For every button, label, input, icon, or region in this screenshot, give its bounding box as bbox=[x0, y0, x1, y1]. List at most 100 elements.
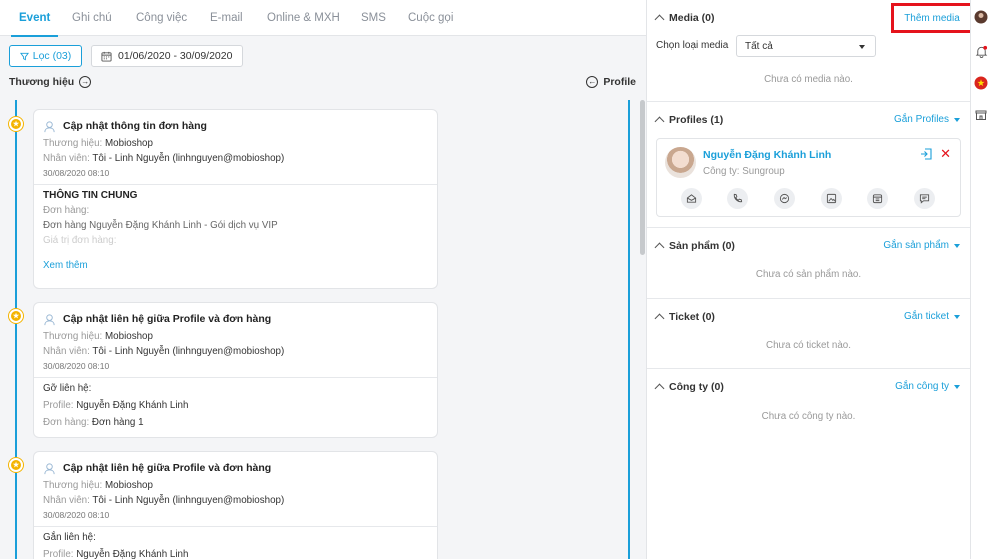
companies-empty-text: Chưa có công ty nào. bbox=[761, 411, 856, 422]
notification-bell-icon[interactable] bbox=[974, 44, 988, 58]
companies-section-header[interactable]: Công ty (0) bbox=[654, 381, 724, 394]
event-staff-line: Nhân viên: Tôi - Linh Nguyễn (linhnguyen… bbox=[43, 153, 285, 164]
order-update-icon bbox=[44, 120, 55, 132]
date-range-picker[interactable]: 01/06/2020 - 30/09/2020 bbox=[91, 45, 243, 67]
event-timestamp: 30/08/2020 08:10 bbox=[43, 168, 110, 178]
event-faded-line: Giá trị đơn hàng: bbox=[43, 235, 117, 246]
attach-company-button[interactable]: Gắn công ty bbox=[895, 381, 960, 392]
products-section: Sản phẩm (0) Gắn sản phẩm Chưa có sản ph… bbox=[647, 228, 970, 299]
products-section-header[interactable]: Sản phẩm (0) bbox=[654, 240, 735, 253]
event-marker-icon: ★ bbox=[9, 309, 23, 323]
image-icon[interactable] bbox=[821, 188, 842, 209]
timeline-panel: Event Ghi chú Công việc E-mail Online & … bbox=[0, 0, 646, 559]
timeline-line-right bbox=[628, 100, 630, 559]
tab-tasks[interactable]: Công việc bbox=[136, 0, 187, 36]
tab-event[interactable]: Event bbox=[10, 0, 59, 37]
event-card-body: THÔNG TIN CHUNG Đơn hàng: Đơn hàng Nguyễ… bbox=[34, 185, 437, 279]
event-order-value: Đơn hàng Nguyễn Đặng Khánh Linh - Gói dị… bbox=[43, 220, 278, 231]
event-timestamp: 30/08/2020 08:10 bbox=[43, 510, 110, 520]
funnel-icon bbox=[19, 52, 29, 60]
remove-profile-icon[interactable]: ✕ bbox=[940, 146, 951, 162]
see-more-link[interactable]: Xem thêm bbox=[43, 260, 88, 271]
calendar-icon[interactable] bbox=[867, 188, 888, 209]
tickets-empty-text: Chưa có ticket nào. bbox=[766, 340, 851, 351]
caret-down-icon bbox=[859, 45, 865, 49]
tab-online-social[interactable]: Online & MXH bbox=[267, 0, 340, 36]
quick-strip bbox=[970, 0, 990, 559]
brand-header-label: Thương hiệu bbox=[9, 76, 75, 88]
tab-email[interactable]: E-mail bbox=[210, 0, 243, 36]
event-card-header: Cập nhật liên hệ giữa Profile và đơn hàn… bbox=[34, 452, 437, 527]
profile-name-link[interactable]: Nguyễn Đặng Khánh Linh bbox=[703, 149, 831, 161]
tab-sms[interactable]: SMS bbox=[361, 0, 386, 36]
profile-card: Nguyễn Đặng Khánh Linh Công ty: Sungroup… bbox=[656, 138, 961, 217]
event-timestamp: 30/08/2020 08:10 bbox=[43, 361, 110, 371]
store-icon[interactable] bbox=[974, 108, 988, 122]
profiles-section-header[interactable]: Profiles (1) bbox=[654, 114, 723, 127]
event-staff-line: Nhân viên: Tôi - Linh Nguyễn (linhnguyen… bbox=[43, 495, 285, 506]
event-marker-icon: ★ bbox=[9, 458, 23, 472]
chevron-up-icon bbox=[654, 242, 665, 253]
attach-products-label: Gắn sản phẩm bbox=[883, 240, 949, 251]
add-media-button[interactable]: Thêm media bbox=[891, 3, 973, 33]
attach-profiles-button[interactable]: Gắn Profiles bbox=[894, 114, 960, 125]
vietnam-flag-icon[interactable] bbox=[974, 76, 988, 90]
event-card-header: Cập nhật liên hệ giữa Profile và đơn hàn… bbox=[34, 303, 437, 378]
caret-down-icon bbox=[954, 243, 960, 248]
event-order-line: Đơn hàng: Đơn hàng 1 bbox=[43, 417, 144, 428]
event-profile-line: Profile: Nguyễn Đặng Khánh Linh bbox=[43, 549, 189, 559]
attach-products-button[interactable]: Gắn sản phẩm bbox=[883, 240, 960, 251]
caret-down-icon bbox=[954, 314, 960, 319]
filter-button[interactable]: Lọc (03) bbox=[9, 45, 82, 67]
media-section: Media (0) Thêm media Chọn loại media Tất… bbox=[647, 0, 973, 102]
attach-company-label: Gắn công ty bbox=[895, 381, 949, 392]
chevron-up-icon bbox=[654, 14, 665, 25]
profile-link-icon bbox=[44, 462, 55, 474]
event-action: Gắn liên hệ: bbox=[43, 532, 96, 543]
tab-calls[interactable]: Cuộc gọi bbox=[408, 0, 453, 36]
event-card-body: Gắn liên hệ: Profile: Nguyễn Đặng Khánh … bbox=[34, 527, 437, 559]
caret-down-icon bbox=[954, 117, 960, 122]
comment-icon[interactable] bbox=[914, 188, 935, 209]
chevron-up-icon bbox=[654, 383, 665, 394]
attach-ticket-label: Gắn ticket bbox=[903, 311, 949, 322]
profile-column-header[interactable]: ← Profile bbox=[586, 76, 636, 88]
open-profile-icon[interactable] bbox=[920, 148, 932, 160]
profile-link-icon bbox=[44, 313, 55, 325]
date-range-value: 01/06/2020 - 30/09/2020 bbox=[118, 50, 233, 62]
media-type-label: Chọn loại media bbox=[656, 40, 729, 51]
tickets-section-header[interactable]: Ticket (0) bbox=[654, 311, 715, 324]
timeline-line-left bbox=[15, 100, 17, 559]
tickets-section: Ticket (0) Gắn ticket Chưa có ticket nào… bbox=[647, 299, 970, 369]
media-section-header[interactable]: Media (0) bbox=[654, 12, 715, 25]
arrow-left-icon: ← bbox=[586, 76, 599, 88]
filter-label: Lọc (03) bbox=[32, 50, 72, 62]
event-card: Cập nhật thông tin đơn hàng Thương hiệu:… bbox=[33, 109, 438, 289]
media-type-value: Tất cả bbox=[745, 40, 773, 52]
profile-header-label: Profile bbox=[603, 76, 636, 88]
media-type-select[interactable]: Tất cả bbox=[736, 35, 876, 57]
tab-notes[interactable]: Ghi chú bbox=[72, 0, 112, 36]
event-action: Gỡ liên hệ: bbox=[43, 383, 92, 394]
companies-section: Công ty (0) Gắn công ty Chưa có công ty … bbox=[647, 369, 970, 440]
event-card-header: Cập nhật thông tin đơn hàng Thương hiệu:… bbox=[34, 110, 437, 185]
scrollbar-thumb[interactable] bbox=[640, 100, 645, 255]
email-icon[interactable] bbox=[681, 188, 702, 209]
profile-company: Công ty: Sungroup bbox=[703, 166, 785, 177]
event-brand-line: Thương hiệu: Mobioshop bbox=[43, 331, 153, 342]
attach-profiles-label: Gắn Profiles bbox=[893, 114, 949, 125]
event-card: Cập nhật liên hệ giữa Profile và đơn hàn… bbox=[33, 302, 438, 438]
phone-icon[interactable] bbox=[727, 188, 748, 209]
attach-ticket-button[interactable]: Gắn ticket bbox=[904, 311, 960, 322]
messenger-icon[interactable] bbox=[774, 188, 795, 209]
event-card: Cập nhật liên hệ giữa Profile và đơn hàn… bbox=[33, 451, 438, 559]
user-avatar[interactable] bbox=[974, 10, 988, 24]
chevron-up-icon bbox=[654, 313, 665, 324]
companies-title: Công ty (0) bbox=[669, 381, 724, 393]
event-marker-icon: ★ bbox=[9, 117, 23, 131]
brand-column-header[interactable]: Thương hiệu → bbox=[9, 76, 92, 88]
event-brand-line: Thương hiệu: Mobioshop bbox=[43, 480, 153, 491]
products-empty-text: Chưa có sản phẩm nào. bbox=[755, 269, 862, 280]
calendar-icon bbox=[101, 51, 112, 62]
products-title: Sản phẩm (0) bbox=[669, 240, 735, 252]
